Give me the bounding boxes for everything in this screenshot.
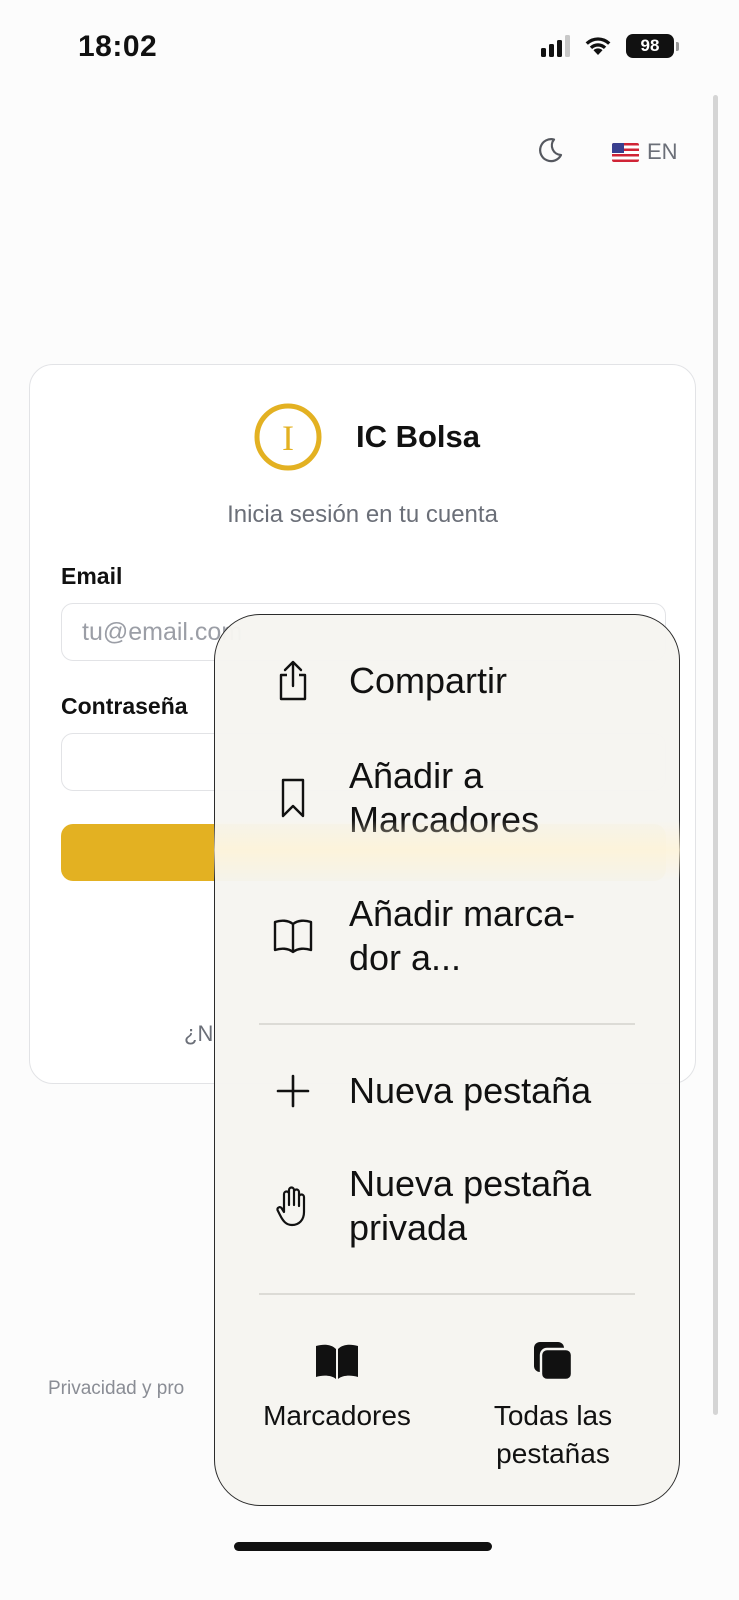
moon-icon <box>539 138 563 163</box>
brand-name: IC Bolsa <box>356 419 481 454</box>
tabs-icon <box>529 1337 577 1385</box>
hand-icon <box>271 1184 315 1228</box>
status-icons: 98 <box>541 34 679 58</box>
status-bar: 18:02 98 <box>0 0 739 90</box>
privacy-link[interactable]: Privacidad y pro <box>48 1378 184 1400</box>
plus-icon <box>271 1069 315 1113</box>
ic-bolsa-logo: I <box>254 403 322 471</box>
share-icon <box>271 659 315 703</box>
theme-toggle-button[interactable] <box>534 134 566 166</box>
svg-text:I: I <box>282 418 294 458</box>
all-tabs-label: Todas las pestañas <box>493 1400 613 1469</box>
language-label: EN <box>647 139 678 164</box>
status-time: 18:02 <box>78 30 158 63</box>
battery-icon: 98 <box>626 34 679 58</box>
scroll-indicator[interactable] <box>713 95 718 1415</box>
signup-prompt[interactable]: ¿N <box>184 1021 213 1047</box>
bookmarks-button[interactable]: Marcadores <box>227 1337 447 1435</box>
menu-label-new-private-tab: Nueva pestaña privada <box>349 1163 592 1248</box>
context-menu: Compartir Añadir a Marcadores Añadir mar… <box>214 614 680 1506</box>
menu-divider <box>259 1023 635 1025</box>
us-flag-icon <box>612 142 639 162</box>
password-label: Contraseña <box>61 693 188 719</box>
menu-item-new-private-tab[interactable]: Nueva pestaña privada <box>215 1161 679 1251</box>
open-book-icon <box>271 914 315 958</box>
menu-item-new-tab[interactable]: Nueva pestaña <box>215 1065 679 1117</box>
menu-divider <box>259 1293 635 1295</box>
brand: I IC Bolsa <box>252 401 480 473</box>
bookmarks-book-icon <box>313 1337 361 1385</box>
menu-item-share[interactable]: Compartir <box>215 655 679 707</box>
battery-level: 98 <box>626 34 674 58</box>
login-subtitle: Inicia sesión en tu cuenta <box>227 501 498 528</box>
bookmarks-label: Marcadores <box>263 1400 411 1431</box>
menu-label-new-tab: Nueva pestaña <box>349 1070 592 1111</box>
menu-label-add-bookmark: Añadir a Marcadores <box>349 755 540 840</box>
menu-item-add-bookmark[interactable]: Añadir a Marcadores <box>215 753 679 843</box>
all-tabs-button[interactable]: Todas las pestañas <box>443 1337 663 1473</box>
email-label: Email <box>61 563 123 589</box>
language-switch[interactable]: EN <box>612 139 678 165</box>
signal-icon <box>541 35 570 57</box>
menu-item-add-bookmark-to[interactable]: Añadir marca- dor a... <box>215 891 679 981</box>
home-indicator[interactable] <box>234 1542 492 1551</box>
menu-label-add-bookmark-to: Añadir marca- dor a... <box>349 893 576 978</box>
bookmark-icon <box>271 776 315 820</box>
menu-label-share: Compartir <box>349 660 508 701</box>
wifi-icon <box>585 37 611 55</box>
